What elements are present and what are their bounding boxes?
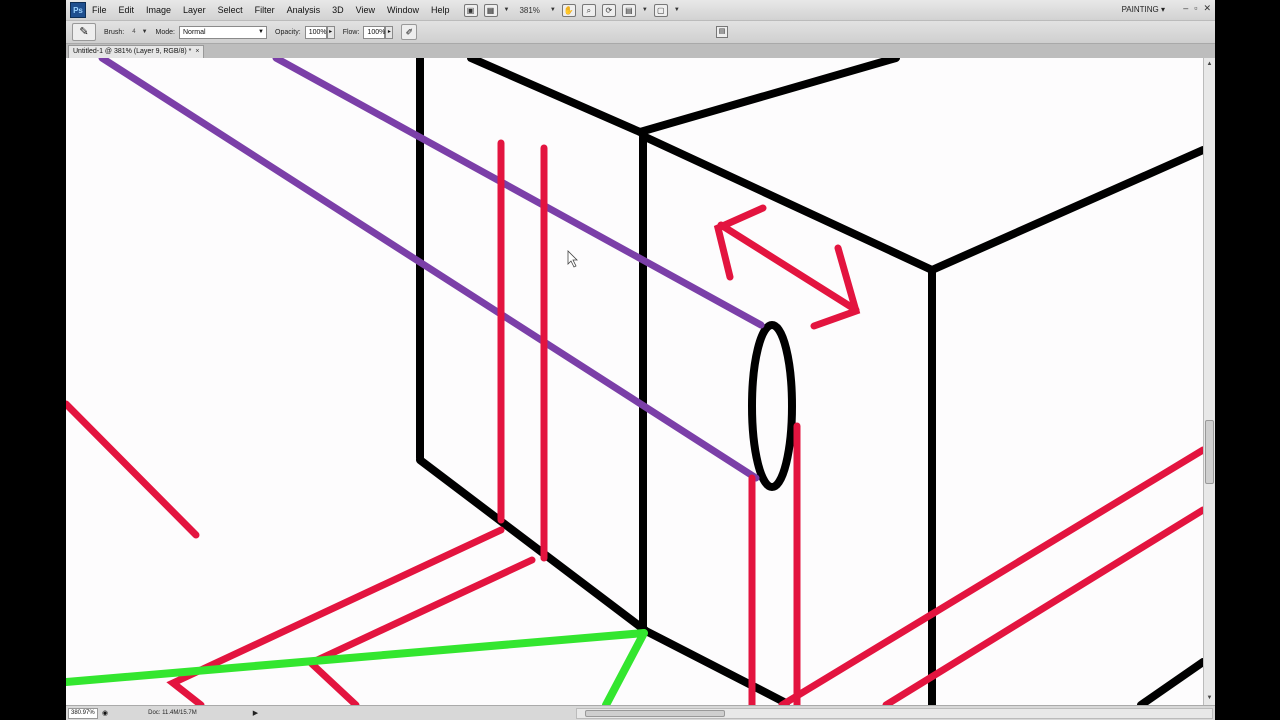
box-top-left-edge (467, 58, 644, 136)
document-size-info: Doc: 11.4M/15.7M (148, 710, 197, 716)
window-controls: – ▫ ✕ (1183, 3, 1211, 14)
opacity-input[interactable]: 100% (304, 25, 327, 39)
zoom-caret-icon[interactable]: ▼ (550, 7, 556, 13)
box-bottom-diagonal-edge (416, 456, 790, 705)
vertical-scrollbar[interactable]: ▲ ▼ (1203, 58, 1215, 705)
black-border-right (1215, 0, 1280, 720)
purple-top-line (272, 58, 765, 329)
menu-edit[interactable]: Edit (113, 5, 141, 15)
red-floor-line-1 (166, 526, 505, 705)
scroll-up-icon[interactable]: ▲ (1205, 60, 1214, 69)
arrange-caret-icon[interactable]: ▼ (642, 7, 648, 13)
red-floor-line-2 (304, 556, 536, 705)
arrange-documents-icon[interactable]: ▤ (621, 3, 636, 17)
brush-label: Brush: (104, 28, 125, 36)
photoshop-window: Ps File Edit Image Layer Select Filter A… (66, 0, 1215, 720)
red-left-diagonal (66, 400, 200, 539)
hole-ellipse (748, 321, 796, 491)
airbrush-toggle-icon[interactable]: ✐ (401, 24, 418, 40)
horizontal-scroll-thumb[interactable] (585, 710, 725, 717)
menu-filter[interactable]: Filter (249, 5, 281, 15)
status-menu-arrow-icon[interactable]: ▶ (253, 709, 258, 717)
screen-mode-icon[interactable]: ▢ (653, 3, 668, 17)
blend-mode-value: Normal (183, 28, 206, 36)
purple-guide-strokes (98, 58, 765, 482)
status-info-icon[interactable]: ◉ (102, 709, 108, 717)
tab-close-icon[interactable]: × (195, 48, 199, 55)
document-canvas[interactable] (66, 58, 1203, 705)
red-right-diagonal-1 (778, 446, 1203, 705)
black-border-left (0, 0, 66, 720)
drawing-svg (66, 58, 1203, 705)
document-tab-title: Untitled-1 @ 381% (Layer 9, RGB/8) * (73, 48, 192, 55)
opacity-slider-icon[interactable]: ▸ (326, 25, 335, 39)
menu-file[interactable]: File (86, 5, 113, 15)
launch-bridge-icon[interactable]: ▣ (463, 3, 478, 17)
workspace-switcher[interactable]: PAINTING ▾ (1122, 5, 1165, 14)
menu-view[interactable]: View (350, 5, 381, 15)
mouse-cursor-icon (567, 250, 578, 268)
restore-icon[interactable]: ▫ (1194, 3, 1197, 14)
photoshop-logo-icon[interactable]: Ps (70, 2, 86, 18)
rotate-view-icon[interactable]: ⟳ (601, 3, 616, 17)
minimize-icon[interactable]: – (1183, 3, 1188, 14)
application-bar-icons: ▣ ▦ ▼ 381% ▼ ✋ ⌕ ⟳ ▤ ▼ ▢ ▼ (463, 3, 680, 17)
zoom-readout[interactable]: 380.97% (68, 707, 98, 719)
menu-help[interactable]: Help (425, 5, 456, 15)
opacity-label: Opacity: (275, 28, 301, 36)
document-tab-strip: Untitled-1 @ 381% (Layer 9, RGB/8) * × (66, 44, 1215, 58)
box-middle-diagonal-edge (639, 132, 936, 274)
menu-select[interactable]: Select (212, 5, 249, 15)
menu-bar: Ps File Edit Image Layer Select Filter A… (66, 0, 1215, 20)
brush-size-value[interactable]: 4 (132, 29, 135, 35)
view-extras-icon[interactable]: ▦ (483, 3, 498, 17)
tool-preset-brush-icon[interactable]: ✎ (72, 23, 96, 41)
green-diagonal-line (602, 629, 648, 705)
horizontal-scrollbar[interactable] (576, 708, 1213, 719)
options-bar: ✎ Brush: 4 ▼ Mode: Normal ▼ Opacity: 100%… (66, 20, 1215, 44)
menu-window[interactable]: Window (381, 5, 425, 15)
zoom-tool-icon[interactable]: ⌕ (581, 3, 596, 17)
box-right-top-edge (928, 146, 1203, 274)
box-top-right-edge (636, 58, 900, 136)
close-icon[interactable]: ✕ (1203, 3, 1211, 14)
red-arrow-shaft (717, 221, 860, 314)
brush-picker-caret-icon[interactable]: ▼ (142, 29, 148, 35)
chevron-down-icon: ▼ (258, 28, 264, 35)
view-extras-caret-icon[interactable]: ▼ (504, 7, 510, 13)
black-box-strokes (416, 58, 1203, 705)
box-bottom-right-corner-edge (1137, 658, 1203, 705)
red-arrow-head-left (713, 204, 767, 281)
document-tab[interactable]: Untitled-1 @ 381% (Layer 9, RGB/8) * × (68, 45, 205, 58)
vertical-scroll-thumb[interactable] (1205, 420, 1214, 484)
mode-label: Mode: (155, 28, 175, 36)
menu-image[interactable]: Image (140, 5, 177, 15)
menu-layer[interactable]: Layer (177, 5, 212, 15)
menu-3d[interactable]: 3D (326, 5, 350, 15)
blend-mode-select[interactable]: Normal ▼ (179, 25, 267, 39)
status-bar: 380.97% ◉ Doc: 11.4M/15.7M ▶ (66, 705, 1215, 720)
flow-input[interactable]: 100% (363, 25, 386, 39)
toggle-brush-panel-icon[interactable]: ▤ (716, 26, 728, 38)
flow-label: Flow: (342, 28, 360, 36)
flow-slider-icon[interactable]: ▸ (385, 25, 394, 39)
menu-analysis[interactable]: Analysis (281, 5, 327, 15)
scroll-down-icon[interactable]: ▼ (1205, 694, 1214, 703)
screen-mode-caret-icon[interactable]: ▼ (674, 7, 680, 13)
hand-tool-icon[interactable]: ✋ (561, 3, 576, 17)
zoom-level-combo[interactable]: 381% (515, 6, 543, 15)
workspace-label: PAINTING (1121, 5, 1159, 14)
